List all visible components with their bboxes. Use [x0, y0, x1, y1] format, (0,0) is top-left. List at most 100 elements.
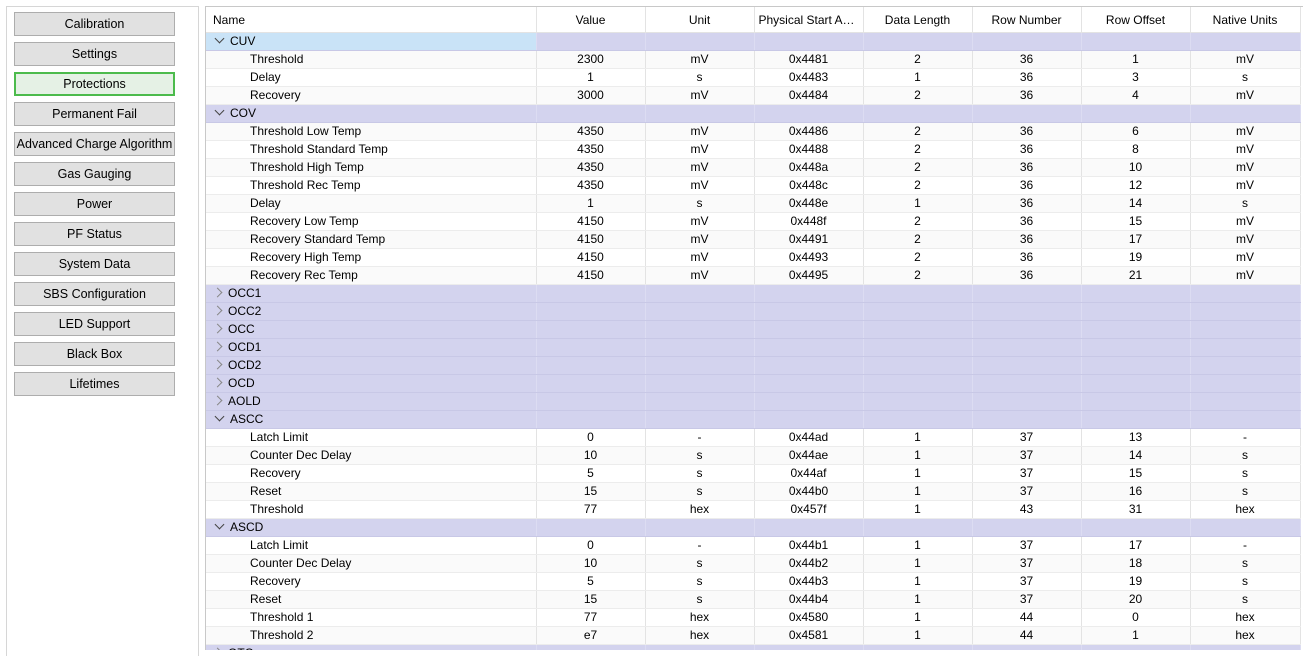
- value-cell[interactable]: 4350: [536, 122, 646, 141]
- value-cell[interactable]: 3000: [536, 86, 646, 105]
- group-cell: [863, 356, 973, 375]
- nav-button-permanent-fail[interactable]: Permanent Fail: [14, 102, 175, 126]
- value-cell[interactable]: 4150: [536, 266, 646, 285]
- table-row[interactable]: Counter Dec Delay 10 s 0x44ae 1 37 14 s: [206, 446, 1301, 465]
- value-cell[interactable]: 0: [536, 536, 646, 555]
- table-row[interactable]: Latch Limit 0-0x44ad 1 37 13-: [206, 428, 1301, 447]
- nav-button-power[interactable]: Power: [14, 192, 175, 216]
- chevron-right-icon[interactable]: [212, 341, 223, 352]
- column-header-physical-start-ad[interactable]: Physical Start Ad...: [754, 7, 864, 33]
- value-cell[interactable]: 1: [536, 68, 646, 87]
- chevron-down-icon[interactable]: [214, 33, 225, 44]
- table-row[interactable]: Reset 15 s 0x44b0 1 37 16 s: [206, 482, 1301, 501]
- table-row[interactable]: Recovery 5 s 0x44af 1 37 15 s: [206, 464, 1301, 483]
- group-row-cuv[interactable]: CUV: [206, 32, 1301, 51]
- table-cell: 2: [863, 50, 973, 69]
- value-cell[interactable]: 15: [536, 482, 646, 501]
- chevron-down-icon[interactable]: [214, 411, 225, 422]
- value-cell[interactable]: 77: [536, 608, 646, 627]
- table-row[interactable]: Threshold Rec Temp 4350 mV 0x448c 2 36 12 mV: [206, 176, 1301, 195]
- column-header-value[interactable]: Value: [536, 7, 646, 33]
- value-cell[interactable]: 4350: [536, 140, 646, 159]
- value-cell[interactable]: 10: [536, 446, 646, 465]
- chevron-right-icon[interactable]: [212, 377, 223, 388]
- table-row[interactable]: Threshold Low Temp 4350 mV 0x4486 2 36 6 mV: [206, 122, 1301, 141]
- chevron-right-icon[interactable]: [212, 287, 223, 298]
- column-header-row-number[interactable]: Row Number: [972, 7, 1082, 33]
- table-row[interactable]: Reset 15 s 0x44b4 1 37 20 s: [206, 590, 1301, 609]
- nav-button-lifetimes[interactable]: Lifetimes: [14, 372, 175, 396]
- table-cell: Threshold Low Temp: [206, 122, 537, 141]
- table-row[interactable]: Threshold 77 hex 0x457f 1 43 31 hex: [206, 500, 1301, 519]
- table-row[interactable]: Recovery Low Temp 4150 mV 0x448f 2 36 15 mV: [206, 212, 1301, 231]
- chevron-down-icon[interactable]: [214, 105, 225, 116]
- column-header-name[interactable]: Name: [206, 7, 537, 33]
- group-row-occ[interactable]: OCC: [206, 320, 1301, 339]
- value-cell[interactable]: 4150: [536, 230, 646, 249]
- chevron-right-icon[interactable]: [212, 323, 223, 334]
- value-cell[interactable]: 4350: [536, 176, 646, 195]
- group-row-ocd2[interactable]: OCD2: [206, 356, 1301, 375]
- group-row-aold[interactable]: AOLD: [206, 392, 1301, 411]
- table-row[interactable]: Recovery High Temp 4150 mV 0x4493 2 36 19 mV: [206, 248, 1301, 267]
- value-cell[interactable]: 5: [536, 464, 646, 483]
- nav-button-calibration[interactable]: Calibration: [14, 12, 175, 36]
- value-cell[interactable]: 10: [536, 554, 646, 573]
- value-cell[interactable]: 4150: [536, 212, 646, 231]
- table-cell: -: [1190, 428, 1301, 447]
- value-cell[interactable]: 5: [536, 572, 646, 591]
- table-row[interactable]: Recovery 3000 mV 0x4484 2 36 4 mV: [206, 86, 1301, 105]
- data-grid[interactable]: Name Value Unit Physical Start Ad... Data Le…: [205, 6, 1303, 650]
- table-row[interactable]: Delay 1 s 0x448e 1 36 14 s: [206, 194, 1301, 213]
- column-header-row-offset[interactable]: Row Offset: [1081, 7, 1191, 33]
- value-cell[interactable]: 2300: [536, 50, 646, 69]
- group-row-cov[interactable]: COV: [206, 104, 1301, 123]
- value-cell[interactable]: 77: [536, 500, 646, 519]
- nav-button-led-support[interactable]: LED Support: [14, 312, 175, 336]
- table-row[interactable]: Threshold 1 77 hex 0x4580 1 44 0 hex: [206, 608, 1301, 627]
- column-header-data-length[interactable]: Data Length: [863, 7, 973, 33]
- nav-button-protections[interactable]: Protections: [14, 72, 175, 96]
- group-row-ascd[interactable]: ASCD: [206, 518, 1301, 537]
- table-row[interactable]: Recovery Standard Temp 4150 mV 0x4491 2 36 17 m…: [206, 230, 1301, 249]
- group-row-ascc[interactable]: ASCC: [206, 410, 1301, 429]
- table-row[interactable]: Recovery 5 s 0x44b3 1 37 19 s: [206, 572, 1301, 591]
- table-cell: 0x44ad: [754, 428, 864, 447]
- table-cell: Latch Limit: [206, 536, 537, 555]
- value-cell[interactable]: 15: [536, 590, 646, 609]
- chevron-right-icon[interactable]: [212, 395, 223, 406]
- group-row-otc[interactable]: OTC: [206, 644, 1301, 650]
- table-row[interactable]: Threshold 2300 mV 0x4481 2 36 1 mV: [206, 50, 1301, 69]
- table-row[interactable]: Recovery Rec Temp 4150 mV 0x4495 2 36 21 mV: [206, 266, 1301, 285]
- table-row[interactable]: Delay 1 s 0x4483 1 36 3 s: [206, 68, 1301, 87]
- group-row-ocd1[interactable]: OCD1: [206, 338, 1301, 357]
- nav-button-sbs-configuration[interactable]: SBS Configuration: [14, 282, 175, 306]
- nav-button-black-box[interactable]: Black Box: [14, 342, 175, 366]
- group-row-ocd[interactable]: OCD: [206, 374, 1301, 393]
- chevron-right-icon[interactable]: [212, 359, 223, 370]
- column-header-native-units[interactable]: Native Units: [1190, 7, 1301, 33]
- chevron-right-icon[interactable]: [212, 305, 223, 316]
- category-panel: Calibration Settings Protections Permanent …: [6, 6, 199, 656]
- table-cell: 43: [972, 500, 1082, 519]
- value-cell[interactable]: 4350: [536, 158, 646, 177]
- chevron-down-icon[interactable]: [214, 519, 225, 530]
- value-cell[interactable]: 1: [536, 194, 646, 213]
- value-cell[interactable]: 0: [536, 428, 646, 447]
- table-row[interactable]: Counter Dec Delay 10 s 0x44b2 1 37 18 s: [206, 554, 1301, 573]
- table-row[interactable]: Threshold Standard Temp 4350 mV 0x4488 2 36 8 m…: [206, 140, 1301, 159]
- nav-button-gas-gauging[interactable]: Gas Gauging: [14, 162, 175, 186]
- table-row[interactable]: Threshold High Temp 4350 mV 0x448a 2 36 10 mV: [206, 158, 1301, 177]
- nav-button-advanced-charge-algorithm[interactable]: Advanced Charge Algorithm: [14, 132, 175, 156]
- nav-button-settings[interactable]: Settings: [14, 42, 175, 66]
- nav-button-system-data[interactable]: System Data: [14, 252, 175, 276]
- column-header-unit[interactable]: Unit: [645, 7, 755, 33]
- group-row-occ1[interactable]: OCC1: [206, 284, 1301, 303]
- nav-button-pf-status[interactable]: PF Status: [14, 222, 175, 246]
- value-cell[interactable]: 4150: [536, 248, 646, 267]
- group-row-occ2[interactable]: OCC2: [206, 302, 1301, 321]
- table-cell: -: [1190, 536, 1301, 555]
- table-row[interactable]: Latch Limit 0-0x44b1 1 37 17-: [206, 536, 1301, 555]
- value-cell[interactable]: e7: [536, 626, 646, 645]
- table-row[interactable]: Threshold 2 e7 hex 0x4581 1 44 1 hex: [206, 626, 1301, 645]
